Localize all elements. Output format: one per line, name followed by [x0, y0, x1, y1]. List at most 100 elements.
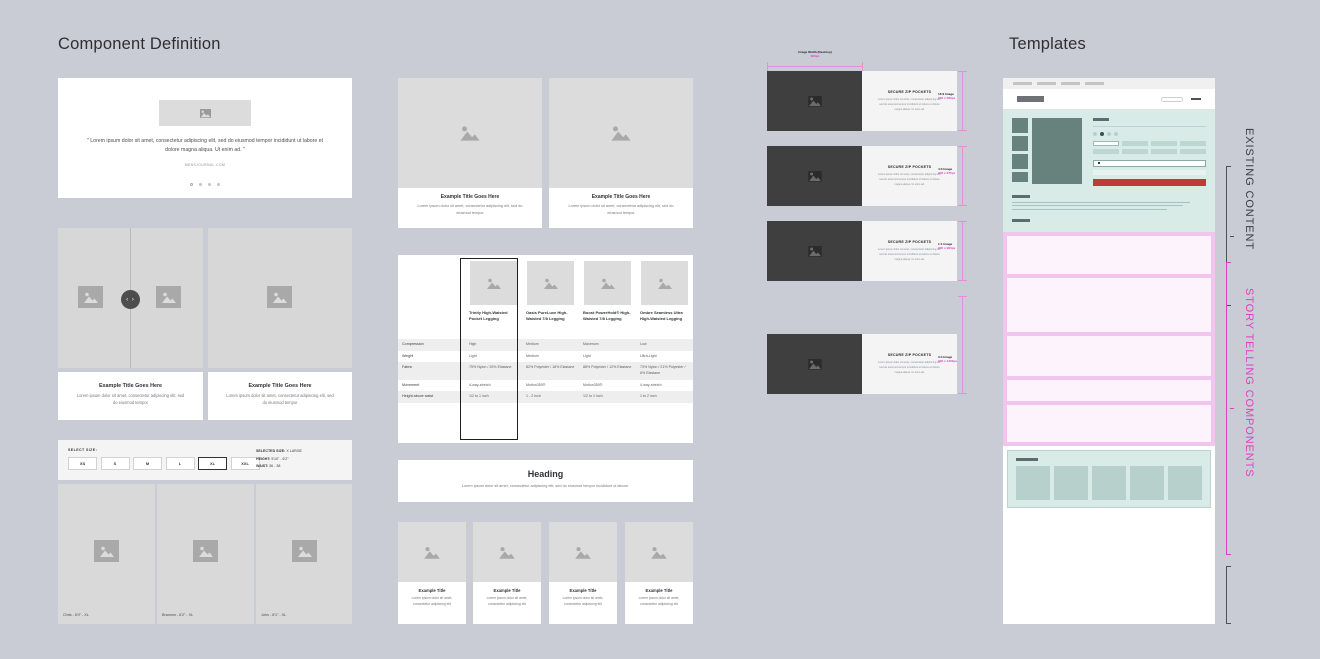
cell: Ultra-Light	[640, 353, 657, 358]
model-card: John - 6'1" - XL	[256, 484, 352, 624]
existing-content-label: EXISTING CONTENT	[1243, 128, 1255, 250]
size-chip[interactable]	[1093, 148, 1120, 154]
ratio-tick-top	[958, 146, 967, 147]
menu-icon[interactable]	[1191, 98, 1201, 100]
thumbnail[interactable]	[1012, 172, 1028, 182]
image-icon	[499, 546, 515, 559]
recommendation-card[interactable]	[1016, 465, 1050, 500]
size-chip-selected[interactable]	[1093, 141, 1120, 146]
swatch[interactable]	[1107, 132, 1111, 136]
image-carousel-component: ‹ ›	[58, 228, 352, 368]
dot[interactable]	[199, 183, 202, 187]
product-image-placeholder	[584, 261, 631, 305]
bottom-bracket	[1225, 566, 1231, 624]
two-up-card: Example Title Goes Here Lorem ipsum dolo…	[398, 78, 542, 228]
dot[interactable]	[217, 183, 220, 187]
size-chip[interactable]	[1150, 141, 1178, 146]
size-button-group[interactable]: XS S M L XL XXL	[68, 457, 260, 470]
model-label: Chris - 6'0" - XL	[63, 613, 89, 617]
caption-card: Example Title Goes Here Lorem ipsum dolo…	[58, 372, 203, 420]
nav-pill[interactable]	[1085, 82, 1104, 85]
card-image-dark	[767, 146, 862, 206]
ratio-annotation: 3:4 Image 900 x 1200px	[938, 355, 957, 363]
image-icon	[83, 292, 98, 303]
recommendation-card[interactable]	[1168, 465, 1202, 500]
row-label: Height above waist	[398, 391, 465, 404]
swatch[interactable]	[1093, 132, 1097, 136]
logo-block	[1017, 96, 1044, 102]
size-chip[interactable]	[1150, 148, 1178, 154]
size-button-m[interactable]: M	[133, 457, 162, 470]
table-row: Fabric 75% Nylon / 25% Elastane 82% Poly…	[398, 362, 693, 380]
size-grid[interactable]	[1093, 141, 1206, 154]
cell: Medium	[526, 353, 539, 358]
thumbnail[interactable]	[1012, 118, 1028, 133]
card-text-panel: SECURE ZIP POCKETS Lorem ipsum dolor sit…	[862, 221, 957, 281]
copy-line	[1012, 201, 1191, 203]
section-title-block	[1012, 194, 1030, 198]
size-chip[interactable]	[1179, 148, 1206, 154]
ratio-value: 900 x 900px	[938, 246, 956, 250]
size-button-xs[interactable]: XS	[68, 457, 97, 470]
thumbnail-strip[interactable]	[1012, 118, 1028, 186]
two-up-body: Lorem ipsum dolor sit amet, consectetur …	[417, 204, 523, 215]
selected-size-row: SELECTED SIZE: X LARGE	[256, 448, 302, 456]
four-up-body: Lorem ipsum dolor sit amet, consectetur …	[562, 596, 604, 606]
cell: 1 - 2 inch	[522, 391, 579, 404]
quantity-field[interactable]	[1093, 159, 1206, 167]
cell: 82% Polyester / 18% Elastane	[522, 362, 579, 380]
carousel-image-placeholder	[267, 286, 292, 308]
size-chip[interactable]	[1121, 141, 1149, 146]
size-chip[interactable]	[1179, 141, 1206, 146]
thumbnail[interactable]	[1012, 136, 1028, 151]
nav-pill[interactable]	[1061, 82, 1080, 85]
color-swatches[interactable]	[1093, 132, 1206, 136]
card-heading: SECURE ZIP POCKETS	[887, 240, 932, 244]
image-icon	[651, 546, 667, 559]
cell: 75% Nylon / 25% Elastane	[465, 362, 522, 380]
image-icon	[807, 358, 822, 370]
thumbnail[interactable]	[1012, 154, 1028, 169]
image-icon	[807, 95, 822, 107]
carousel-image-placeholder	[156, 286, 181, 308]
secondary-field[interactable]	[1093, 169, 1206, 175]
search-input[interactable]	[1161, 96, 1183, 102]
recommendation-card[interactable]	[1130, 465, 1164, 500]
two-up-image-placeholder	[549, 78, 693, 188]
nav-pill[interactable]	[1013, 82, 1032, 85]
width-measure-line	[767, 66, 863, 67]
recommendation-card[interactable]	[1092, 465, 1126, 500]
carousel-prev-next-button[interactable]: ‹ ›	[121, 290, 140, 309]
dot[interactable]	[208, 183, 211, 187]
size-selector-component: SELECT SIZE: XS S M L XL XXL SELECTED SI…	[58, 440, 352, 480]
add-to-cart-button[interactable]	[1093, 178, 1206, 186]
caption-title: Example Title Goes Here	[98, 383, 163, 389]
dot-active[interactable]	[190, 183, 193, 187]
product-title-block	[1093, 118, 1109, 121]
story-slot	[1007, 335, 1211, 376]
four-up-title: Example Title	[418, 588, 446, 593]
ratio-measure-line	[962, 71, 963, 131]
product-image-placeholder	[470, 261, 517, 305]
product-comparison-table: Trinity High-Waisted Pocket Legging Oasi…	[398, 255, 693, 443]
story-slot	[1007, 404, 1211, 442]
body-copy-lines	[1012, 201, 1206, 210]
select-size-label: SELECT SIZE:	[68, 448, 98, 452]
carousel-captions: Example Title Goes Here Lorem ipsum dolo…	[58, 372, 352, 420]
card-text-panel: SECURE ZIP POCKETS Lorem ipsum dolor sit…	[862, 146, 957, 206]
size-button-xl-selected[interactable]: XL	[198, 457, 227, 470]
size-button-l[interactable]: L	[165, 457, 195, 470]
carousel-dots[interactable]	[58, 183, 352, 187]
nav-pill[interactable]	[1037, 82, 1056, 85]
swatch-selected[interactable]	[1100, 132, 1104, 136]
recommendation-card[interactable]	[1054, 465, 1088, 500]
image-icon	[600, 278, 615, 289]
model-image-placeholder	[94, 540, 119, 562]
size-chip[interactable]	[1121, 148, 1149, 154]
heading-body: Lorem ipsum dolor sit amet, consectetur …	[461, 484, 630, 488]
four-up-body: Lorem ipsum dolor sit amet, consectetur …	[486, 596, 528, 606]
ratio-annotation: 1:1 Image 900 x 900px	[938, 242, 955, 250]
carousel-left-panel: ‹ ›	[58, 228, 203, 368]
swatch[interactable]	[1114, 132, 1118, 136]
size-button-s[interactable]: S	[100, 457, 130, 470]
